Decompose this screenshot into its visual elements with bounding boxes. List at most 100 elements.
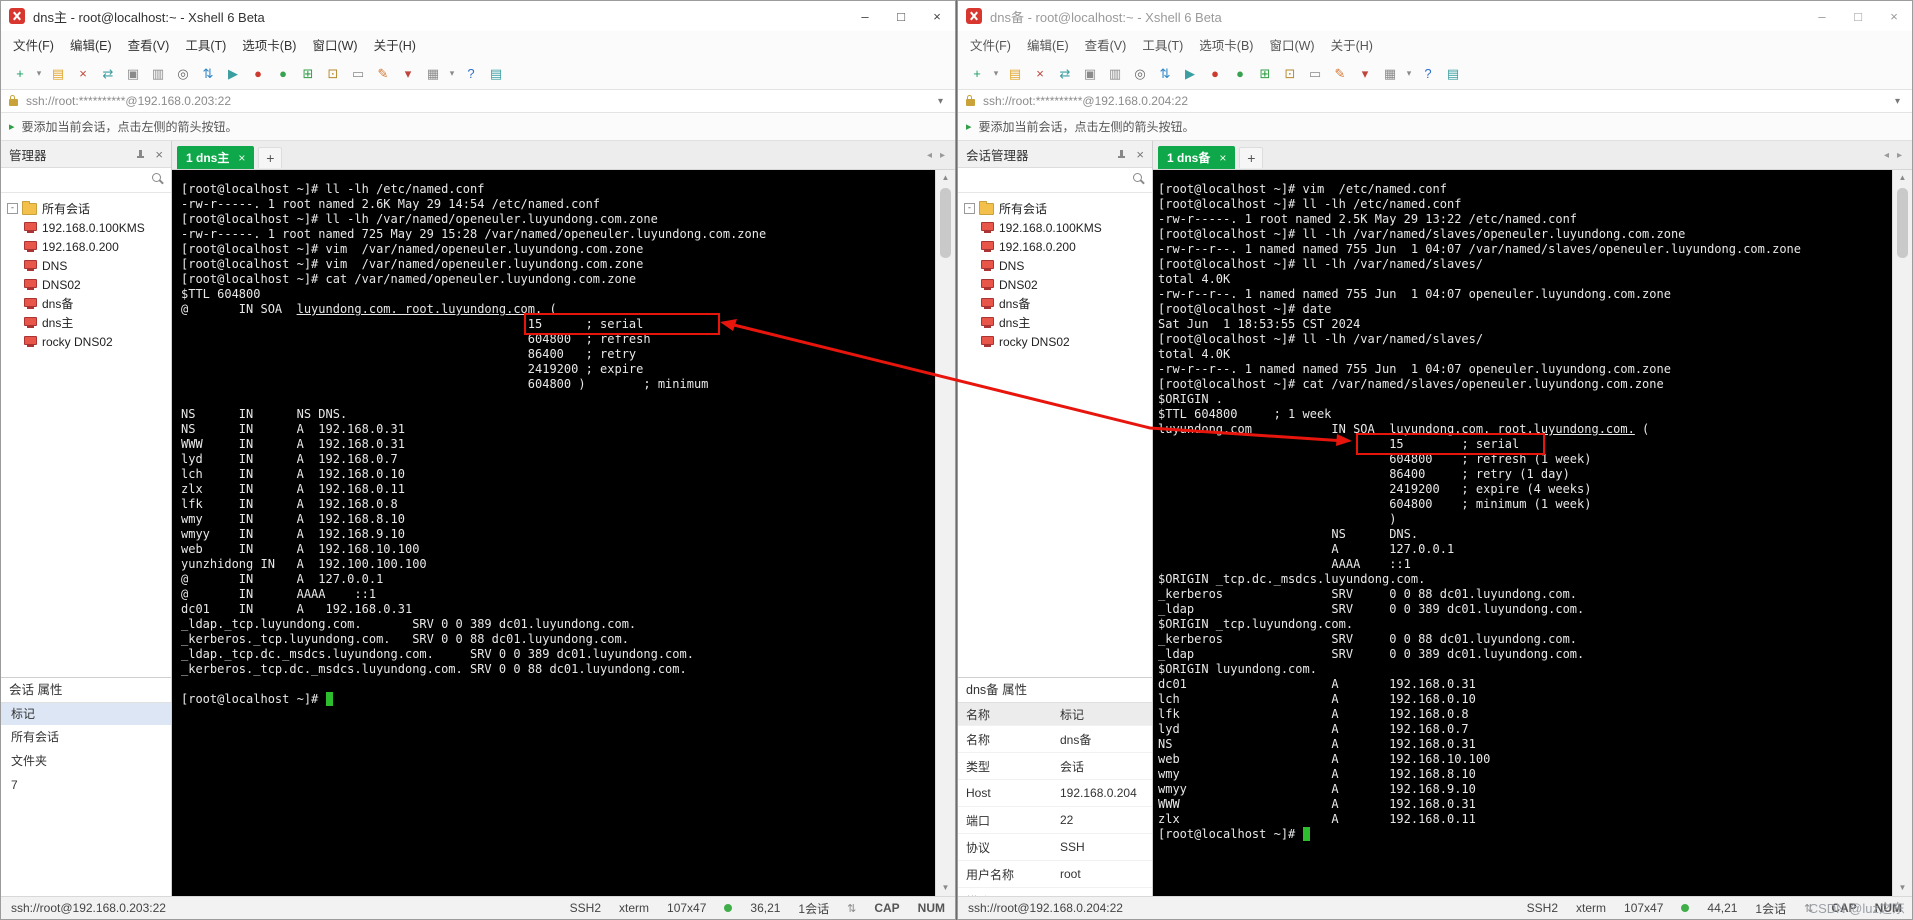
scroll-up-icon[interactable]: ▲: [942, 170, 950, 186]
pin-icon[interactable]: [1117, 150, 1126, 159]
menu-edit[interactable]: 编辑(E): [1019, 32, 1077, 57]
session-item[interactable]: DNS: [958, 256, 1152, 275]
new-terminal-button[interactable]: ▶: [222, 63, 244, 85]
session-item[interactable]: DNS02: [958, 275, 1152, 294]
layout-dropdown-icon[interactable]: ▾: [447, 63, 457, 85]
tree-expander-icon[interactable]: -: [7, 203, 18, 214]
session-item[interactable]: rocky DNS02: [1, 332, 171, 351]
tab-scroll-left-icon[interactable]: ◂: [927, 150, 932, 161]
compose-bar-button[interactable]: ▭: [1304, 63, 1326, 85]
maximize-button[interactable]: □: [883, 1, 919, 31]
new-session-dropdown-icon[interactable]: ▾: [34, 63, 44, 85]
quick-commands-dropdown-icon[interactable]: ▾: [397, 63, 419, 85]
tab-dns-slave[interactable]: 1 dns备 ×: [1158, 146, 1235, 169]
tab-scroll-left-icon[interactable]: ◂: [1884, 150, 1889, 161]
find-button[interactable]: ◎: [172, 63, 194, 85]
terminal[interactable]: [root@localhost ~]# vim /etc/named.conf[…: [1153, 170, 1892, 896]
reconnect-button[interactable]: ⇄: [1054, 63, 1076, 85]
open-sessions-button[interactable]: ▤: [1004, 63, 1026, 85]
file-transfer-button[interactable]: ⇅: [197, 63, 219, 85]
address-dropdown-icon[interactable]: ▾: [934, 96, 947, 107]
terminal-scrollbar[interactable]: ▲ ▼: [1892, 170, 1912, 896]
property-row[interactable]: 文件夹: [1, 749, 171, 773]
menu-tools[interactable]: 工具(T): [177, 32, 234, 57]
scroll-down-icon[interactable]: ▼: [1899, 880, 1907, 896]
layout-dropdown-icon[interactable]: ▾: [1404, 63, 1414, 85]
menu-tabs[interactable]: 选项卡(B): [234, 32, 304, 57]
close-button[interactable]: ×: [1876, 1, 1912, 31]
session-item[interactable]: DNS02: [1, 275, 171, 294]
session-item[interactable]: 192.168.0.100KMS: [1, 218, 171, 237]
disconnect-button[interactable]: ×: [72, 63, 94, 85]
tab-scroll-right-icon[interactable]: ▸: [940, 150, 945, 161]
session-item[interactable]: dns备: [1, 294, 171, 313]
copy-button[interactable]: ▣: [122, 63, 144, 85]
tree-root-all-sessions[interactable]: - 所有会话: [1, 199, 171, 218]
help-button[interactable]: ?: [1417, 63, 1439, 85]
tree-root-all-sessions[interactable]: - 所有会话: [958, 199, 1152, 218]
new-session-button[interactable]: +: [966, 63, 988, 85]
highlighter-button[interactable]: ✎: [372, 63, 394, 85]
paste-button[interactable]: ▥: [147, 63, 169, 85]
menu-file[interactable]: 文件(F): [962, 32, 1019, 57]
disconnect-button[interactable]: ×: [1029, 63, 1051, 85]
new-session-button[interactable]: +: [9, 63, 31, 85]
terminal-scrollbar[interactable]: ▲ ▼: [935, 170, 955, 896]
scroll-up-icon[interactable]: ▲: [1899, 170, 1907, 186]
record-macro-button[interactable]: ●: [1204, 63, 1226, 85]
paste-button[interactable]: ▥: [1104, 63, 1126, 85]
layout-button[interactable]: ▦: [422, 63, 444, 85]
tab-close-icon[interactable]: ×: [238, 151, 245, 165]
session-item[interactable]: dns备: [958, 294, 1152, 313]
panel-close-icon[interactable]: ×: [155, 148, 163, 161]
find-button[interactable]: ◎: [1129, 63, 1151, 85]
pin-icon[interactable]: [136, 150, 145, 159]
fullscreen-button[interactable]: ⊞: [1254, 63, 1276, 85]
close-button[interactable]: ×: [919, 1, 955, 31]
info-bar-button[interactable]: ▤: [485, 63, 507, 85]
play-macro-button[interactable]: ●: [272, 63, 294, 85]
play-macro-button[interactable]: ●: [1229, 63, 1251, 85]
info-bar-button[interactable]: ▤: [1442, 63, 1464, 85]
panel-close-icon[interactable]: ×: [1136, 148, 1144, 161]
session-item[interactable]: rocky DNS02: [958, 332, 1152, 351]
new-session-dropdown-icon[interactable]: ▾: [991, 63, 1001, 85]
new-tab-button[interactable]: +: [258, 147, 282, 168]
open-sessions-button[interactable]: ▤: [47, 63, 69, 85]
highlighter-button[interactable]: ✎: [1329, 63, 1351, 85]
connection-address[interactable]: ssh://root:**********@192.168.0.204:22: [983, 94, 1891, 108]
tab-scroll-right-icon[interactable]: ▸: [1897, 150, 1902, 161]
session-item[interactable]: dns主: [1, 313, 171, 332]
reconnect-button[interactable]: ⇄: [97, 63, 119, 85]
lock-screen-button[interactable]: ⊡: [322, 63, 344, 85]
minimize-button[interactable]: –: [1804, 1, 1840, 31]
menu-help[interactable]: 关于(H): [366, 32, 424, 57]
menu-help[interactable]: 关于(H): [1323, 32, 1381, 57]
search-icon[interactable]: [152, 173, 161, 182]
session-item[interactable]: 192.168.0.200: [1, 237, 171, 256]
lock-screen-button[interactable]: ⊡: [1279, 63, 1301, 85]
scrollbar-thumb[interactable]: [940, 188, 951, 258]
tab-close-icon[interactable]: ×: [1219, 151, 1226, 165]
property-row[interactable]: 所有会话: [1, 725, 171, 749]
scroll-indicator-icon[interactable]: ⇅: [847, 902, 856, 915]
minimize-button[interactable]: –: [847, 1, 883, 31]
property-row[interactable]: 7: [1, 773, 171, 797]
session-item[interactable]: 192.168.0.200: [958, 237, 1152, 256]
layout-button[interactable]: ▦: [1379, 63, 1401, 85]
menu-window[interactable]: 窗口(W): [1261, 32, 1322, 57]
fullscreen-button[interactable]: ⊞: [297, 63, 319, 85]
tree-expander-icon[interactable]: -: [964, 203, 975, 214]
search-icon[interactable]: [1133, 173, 1142, 182]
menu-tools[interactable]: 工具(T): [1134, 32, 1191, 57]
scroll-down-icon[interactable]: ▼: [942, 880, 950, 896]
session-search-input[interactable]: [1, 168, 171, 193]
quick-commands-dropdown-icon[interactable]: ▾: [1354, 63, 1376, 85]
session-item[interactable]: 192.168.0.100KMS: [958, 218, 1152, 237]
terminal[interactable]: [root@localhost ~]# ll -lh /etc/named.co…: [172, 170, 935, 896]
session-item[interactable]: dns主: [958, 313, 1152, 332]
compose-bar-button[interactable]: ▭: [347, 63, 369, 85]
menu-tabs[interactable]: 选项卡(B): [1191, 32, 1261, 57]
session-search-input[interactable]: [958, 168, 1152, 193]
file-transfer-button[interactable]: ⇅: [1154, 63, 1176, 85]
